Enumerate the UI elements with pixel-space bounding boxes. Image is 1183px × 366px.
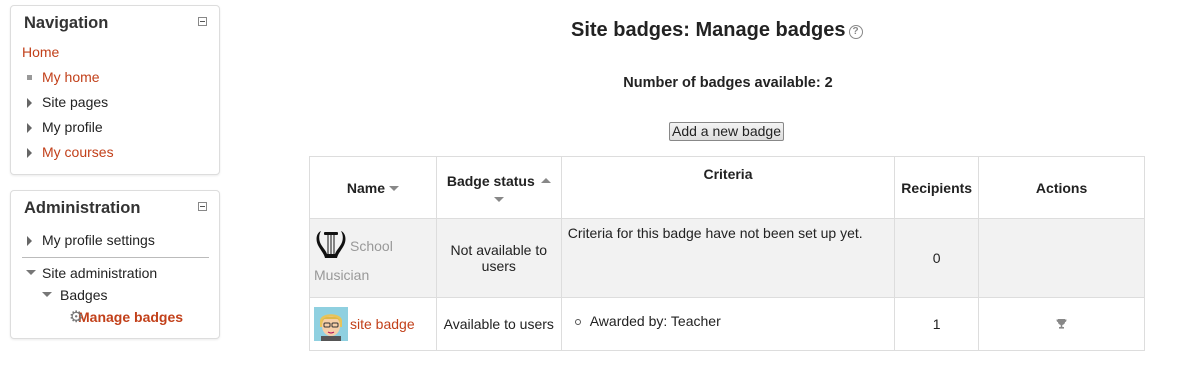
column-header-label[interactable]: Name bbox=[347, 180, 385, 196]
divider bbox=[22, 257, 209, 258]
nav-item-label[interactable]: My profile bbox=[42, 119, 103, 135]
administration-title: Administration bbox=[24, 199, 141, 217]
column-header-label[interactable]: Badge status bbox=[447, 173, 535, 189]
badge-status-cell: Not available to users bbox=[435, 218, 562, 298]
badge-actions-cell bbox=[978, 297, 1145, 351]
admin-item-site-administration[interactable]: Site administration bbox=[22, 262, 219, 284]
admin-item-label[interactable]: Manage badges bbox=[78, 309, 183, 325]
expand-icon[interactable] bbox=[27, 123, 32, 133]
expand-icon[interactable] bbox=[27, 236, 32, 246]
admin-item-label[interactable]: My profile settings bbox=[42, 232, 155, 248]
administration-block: Administration My profile settings Site … bbox=[10, 190, 220, 339]
column-header-status[interactable]: Badge status bbox=[435, 156, 562, 219]
criteria-list: Awarded by: Teacher bbox=[568, 313, 889, 329]
badge-criteria-cell: Criteria for this badge have not been se… bbox=[560, 218, 896, 298]
trophy-icon[interactable] bbox=[1056, 318, 1067, 329]
badge-status-cell: Available to users bbox=[435, 297, 562, 351]
table-row: site badge Available to users Awarded by… bbox=[309, 297, 1145, 351]
nav-home-link[interactable]: Home bbox=[22, 44, 59, 60]
badge-status-text: Not available to users bbox=[450, 242, 548, 274]
table-row: School Musician Not available to users C… bbox=[309, 218, 1145, 298]
badge-status-text: Available to users bbox=[443, 316, 554, 332]
administration-header: Administration bbox=[11, 191, 219, 222]
navigation-header: Navigation bbox=[11, 6, 219, 37]
badge-recipients-cell: 1 bbox=[894, 297, 980, 351]
admin-item-badges[interactable]: Badges bbox=[22, 284, 219, 306]
lyre-badge-icon bbox=[316, 231, 346, 258]
sort-desc-icon[interactable] bbox=[493, 197, 504, 202]
column-header-label: Actions bbox=[1035, 179, 1088, 196]
expand-icon[interactable] bbox=[27, 98, 32, 108]
criteria-item: Awarded by: Teacher bbox=[574, 313, 889, 329]
collapse-tree-icon[interactable] bbox=[42, 292, 52, 297]
nav-item-label[interactable]: My courses bbox=[42, 144, 114, 160]
badge-actions-cell bbox=[978, 218, 1145, 298]
expand-icon[interactable] bbox=[27, 148, 32, 158]
column-header-label: Recipients bbox=[901, 179, 973, 196]
badge-name-cell: School Musician bbox=[309, 218, 437, 298]
admin-item-label[interactable]: Site administration bbox=[42, 265, 157, 281]
column-header-name[interactable]: Name bbox=[309, 156, 437, 219]
page-title: Site badges: Manage badges? bbox=[571, 19, 863, 42]
nav-item-label[interactable]: Site pages bbox=[42, 94, 108, 110]
badge-recipients-cell: 0 bbox=[894, 218, 980, 298]
badge-criteria-cell: Awarded by: Teacher bbox=[560, 297, 896, 351]
badges-table: Name Badge status Criteria Recipients Ac… bbox=[309, 156, 1145, 351]
collapse-icon[interactable] bbox=[198, 202, 207, 211]
sort-asc-icon[interactable] bbox=[540, 178, 551, 183]
nav-item-site-pages[interactable]: Site pages bbox=[22, 90, 219, 115]
badge-name-cell: site badge bbox=[309, 297, 437, 351]
add-badge-button[interactable]: Add a new badge bbox=[669, 122, 784, 141]
badge-name-link[interactable]: site badge bbox=[350, 316, 415, 332]
help-icon[interactable]: ? bbox=[848, 25, 863, 39]
column-header-actions: Actions bbox=[978, 156, 1145, 219]
badge-recipients-count: 0 bbox=[932, 250, 941, 266]
badge-count: Number of badges available: 2 bbox=[623, 75, 833, 91]
admin-item-profile-settings[interactable]: My profile settings bbox=[22, 228, 219, 253]
avatar-badge-icon bbox=[314, 307, 348, 341]
column-header-criteria: Criteria bbox=[560, 156, 896, 219]
gear-icon: ⚙ bbox=[69, 309, 84, 326]
badge-criteria-text: Criteria for this badge have not been se… bbox=[567, 225, 863, 241]
navigation-title: Navigation bbox=[24, 14, 109, 32]
badge-recipients-count: 1 bbox=[932, 316, 941, 332]
collapse-tree-icon[interactable] bbox=[26, 270, 36, 275]
admin-item-label[interactable]: Badges bbox=[60, 287, 107, 303]
sort-desc-icon[interactable] bbox=[389, 186, 399, 192]
page-title-text: Site badges: Manage badges bbox=[571, 19, 846, 41]
admin-item-manage-badges[interactable]: ⚙ Manage badges bbox=[22, 306, 219, 328]
collapse-icon[interactable] bbox=[198, 17, 207, 26]
table-header-row: Name Badge status Criteria Recipients Ac… bbox=[309, 156, 1145, 219]
nav-item-my-courses[interactable]: My courses bbox=[22, 140, 219, 165]
column-header-label: Criteria bbox=[703, 166, 753, 182]
nav-item-my-profile[interactable]: My profile bbox=[22, 115, 219, 140]
column-header-recipients: Recipients bbox=[894, 156, 980, 219]
